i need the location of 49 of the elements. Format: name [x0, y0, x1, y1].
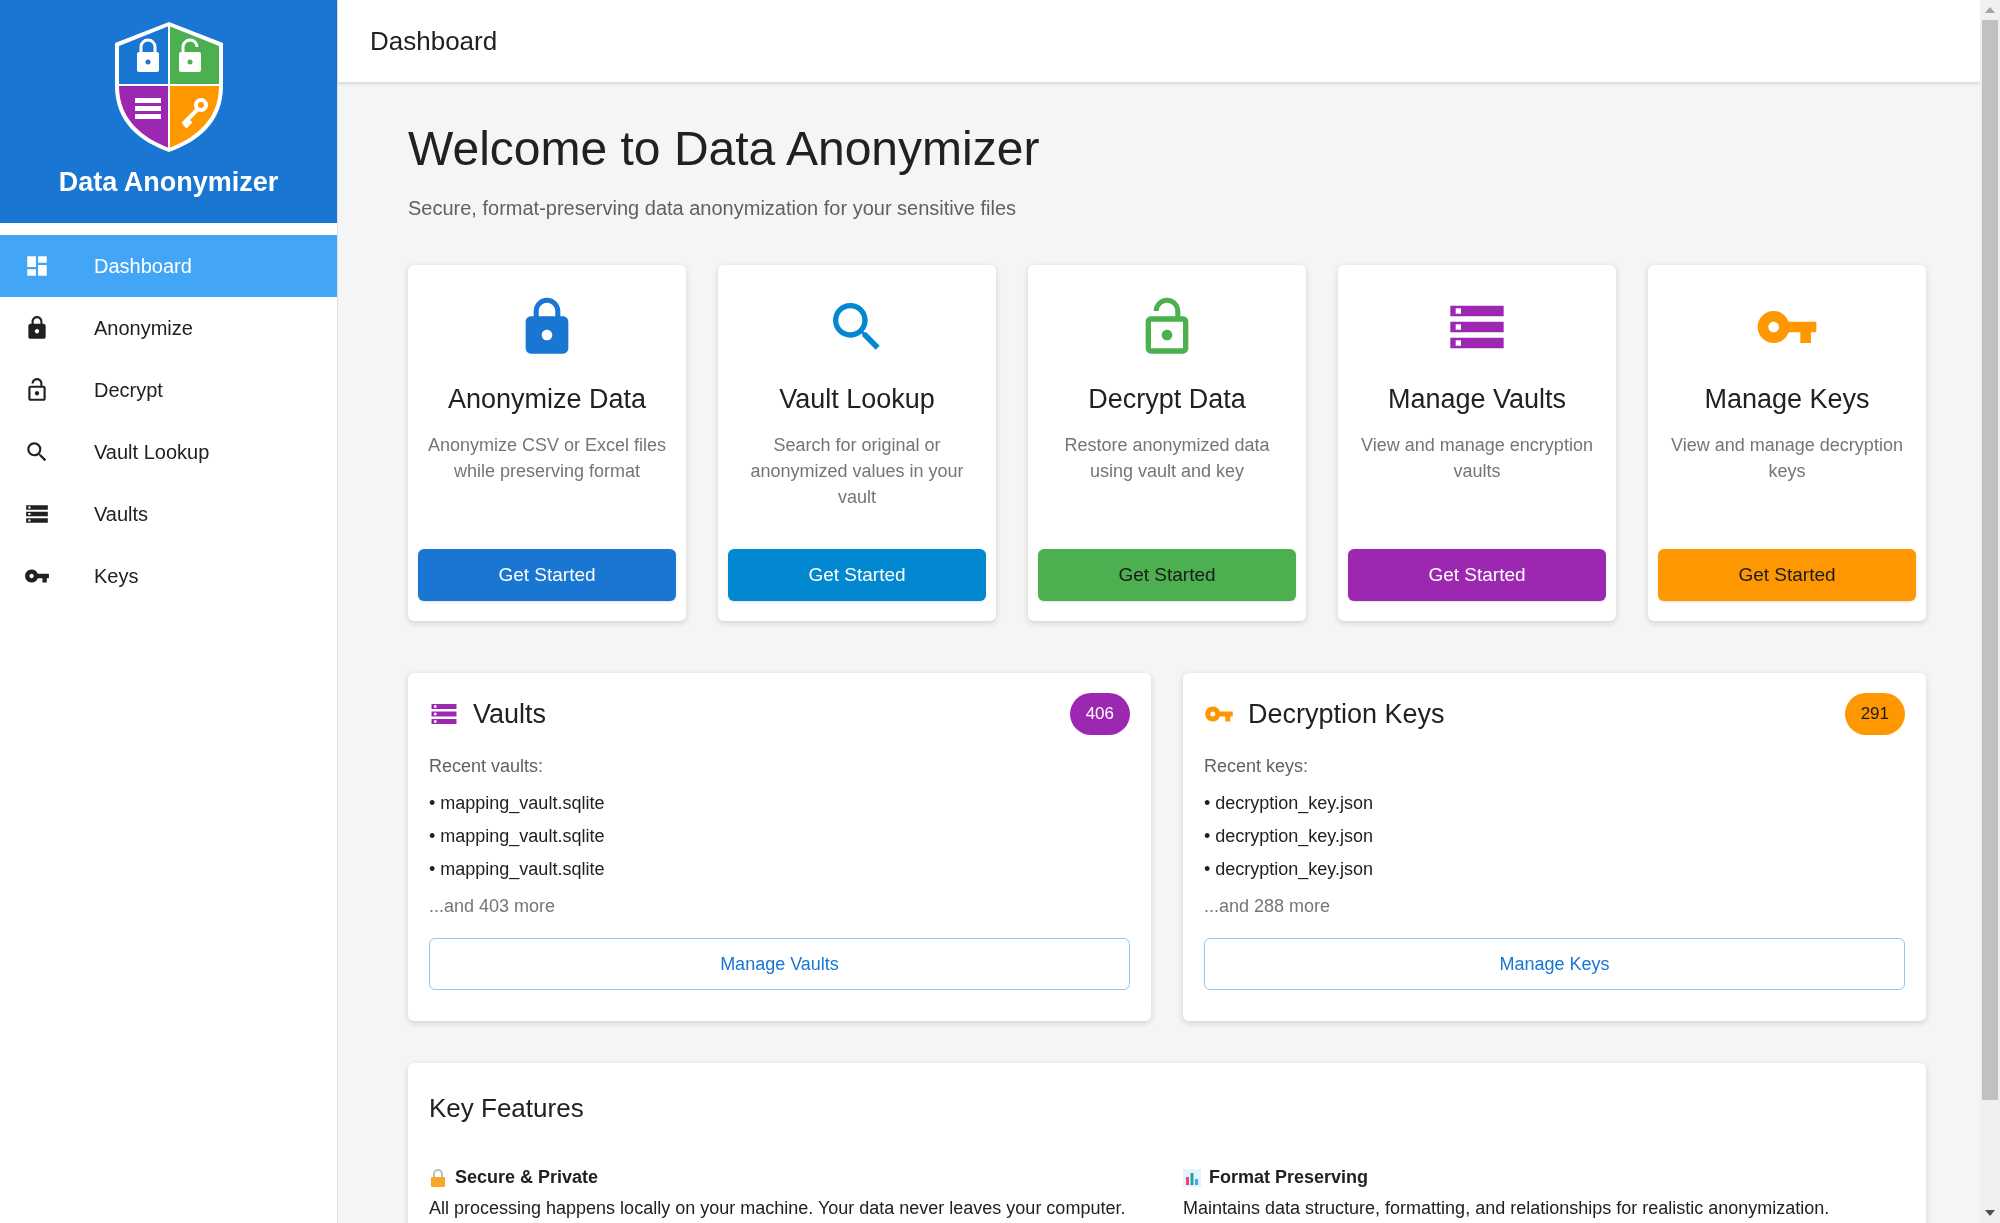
nav-item[interactable]: Vault Lookup — [0, 421, 337, 483]
recent-label: Recent keys: — [1204, 755, 1310, 778]
card-description: Anonymize CSV or Excel files while preserving format — [426, 433, 668, 483]
nav-item[interactable]: Vaults — [0, 483, 337, 545]
card-title: Manage Keys — [1704, 383, 1870, 416]
features-title: Key Features — [429, 1092, 585, 1125]
feature-description: Maintains data structure, formatting, and relationships for realistic anonymization. — [1183, 1197, 1831, 1220]
bar-chart-icon — [1183, 1168, 1201, 1187]
count-badge: 406 — [1069, 693, 1130, 735]
count-badge: 291 — [1844, 693, 1905, 735]
nav-item[interactable]: Keys — [0, 545, 337, 607]
card-description: Restore anonymized data using vault and key — [1063, 433, 1271, 483]
card-title: Manage Vaults — [1387, 383, 1567, 416]
welcome-title: Welcome to Data Anonymizer — [408, 121, 1041, 177]
nav-item[interactable]: Decrypt — [0, 359, 337, 421]
panel-title: Decryption Keys — [1248, 697, 1445, 731]
get-started-button[interactable]: Get Started — [1348, 549, 1606, 601]
file-name: • mapping_vault.sqlite — [429, 825, 606, 849]
more-text: ...and 403 more — [429, 895, 557, 918]
file-name: • decryption_key.json — [1204, 858, 1375, 882]
card-title: Anonymize Data — [447, 383, 647, 416]
card-description: Search for original or anonymized values in your vault — [749, 433, 965, 509]
card-description: View and manage decryption keys — [1670, 433, 1904, 483]
app-name: Data Anonymizer — [58, 166, 279, 199]
card-description: View and manage encryption vaults — [1360, 433, 1594, 483]
file-name: • mapping_vault.sqlite — [429, 792, 606, 816]
recent-label: Recent vaults: — [429, 755, 545, 778]
dashboard-icon — [24, 253, 50, 279]
panel-title: Vaults — [473, 697, 547, 731]
feature-description: All processing happens locally on your machine. Your data never leaves your computer. — [429, 1197, 1127, 1220]
card-title: Decrypt Data — [1088, 383, 1246, 416]
card-title: Vault Lookup — [779, 383, 935, 416]
lock-icon — [429, 1168, 447, 1187]
get-started-button[interactable]: Get Started — [418, 549, 676, 601]
file-name: • mapping_vault.sqlite — [429, 858, 606, 882]
get-started-button[interactable]: Get Started — [728, 549, 986, 601]
manage-button[interactable]: Manage Vaults — [429, 938, 1130, 990]
more-text: ...and 288 more — [1204, 895, 1332, 918]
welcome-subtitle: Secure, format-preserving data anonymization for your sensitive files — [408, 196, 1018, 221]
nav-item[interactable]: Anonymize — [0, 297, 337, 359]
file-name: • decryption_key.json — [1204, 825, 1375, 849]
get-started-button[interactable]: Get Started — [1658, 549, 1916, 601]
feature-title: Secure & Private — [455, 1166, 599, 1189]
scroll-thumb[interactable] — [1982, 20, 1998, 1100]
get-started-button[interactable]: Get Started — [1038, 549, 1296, 601]
feature-title: Format Preserving — [1209, 1166, 1369, 1189]
file-name: • decryption_key.json — [1204, 792, 1375, 816]
page-title: Dashboard — [370, 24, 498, 58]
manage-button[interactable]: Manage Keys — [1204, 938, 1905, 990]
